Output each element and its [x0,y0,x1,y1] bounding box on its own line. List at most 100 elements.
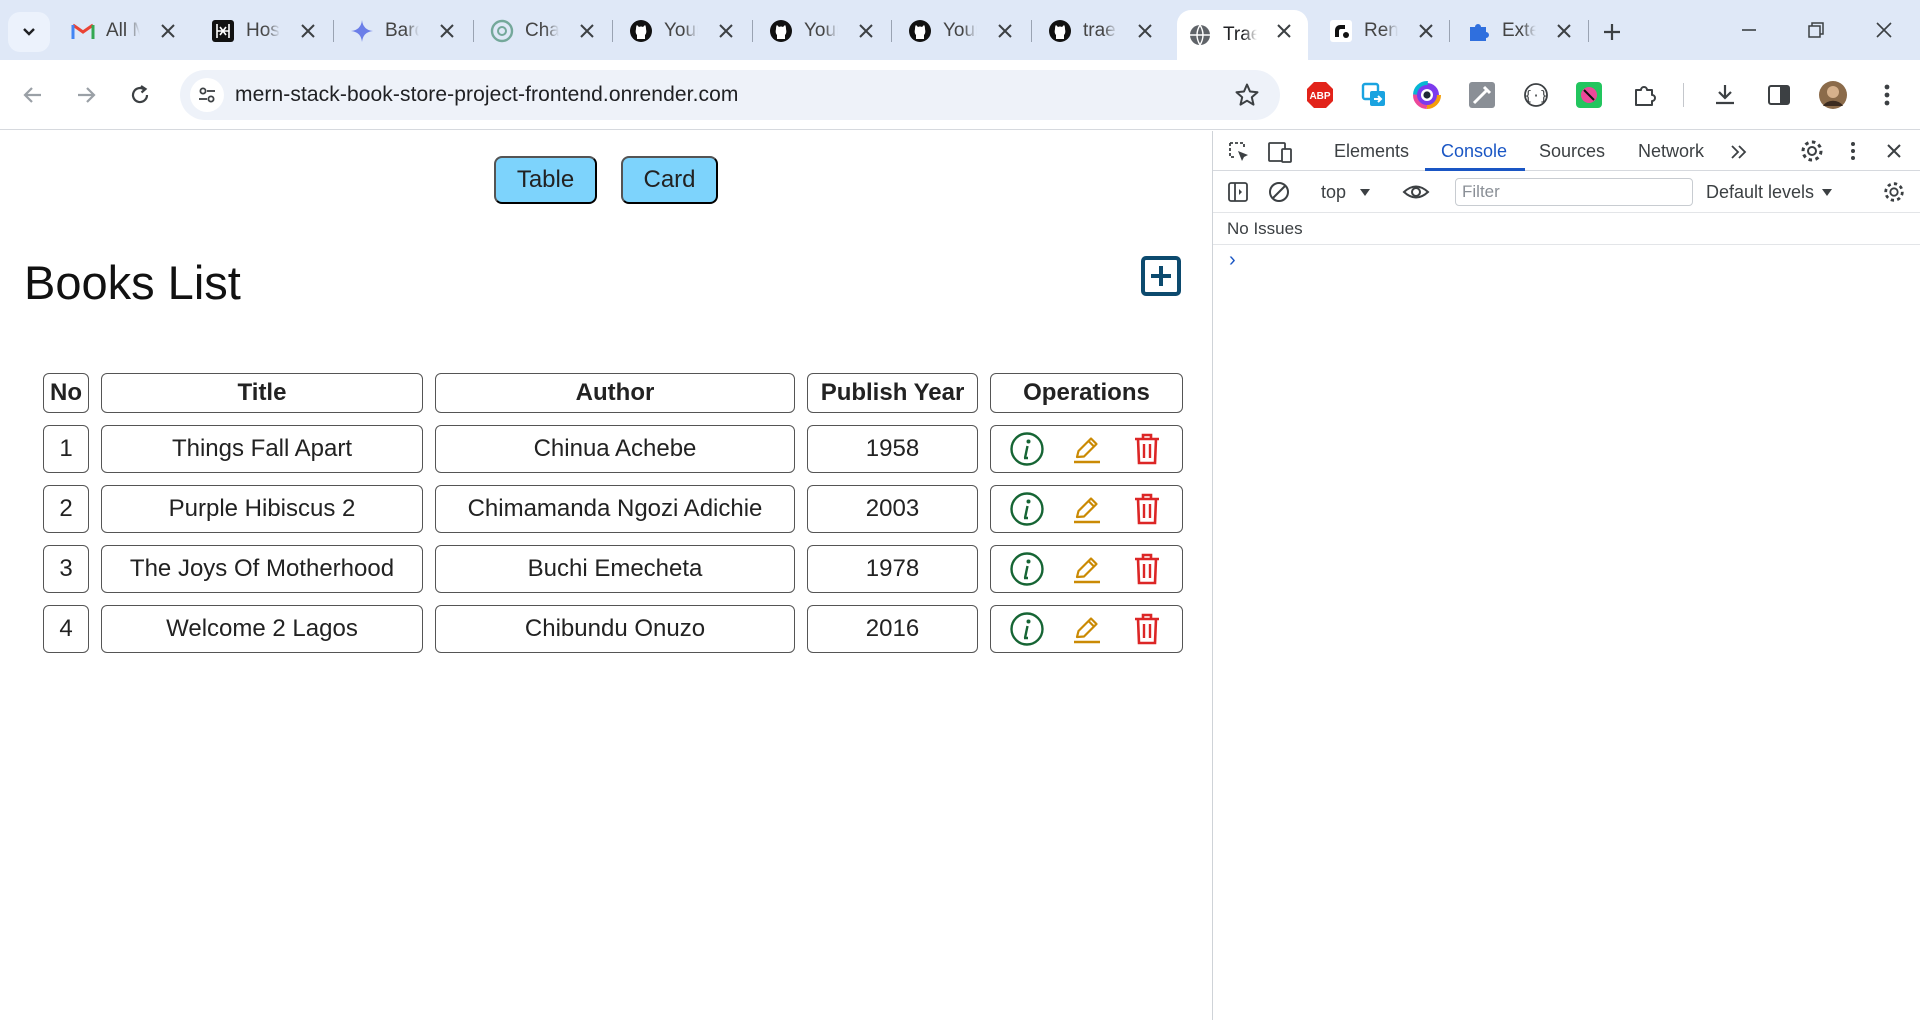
browser-tab[interactable]: All M [60,10,192,52]
address-bar[interactable]: mern-stack-book-store-project-frontend.o… [180,70,1280,120]
close-icon [1887,144,1901,158]
close-tab-icon[interactable] [298,21,318,41]
devtools-settings-button[interactable] [1798,137,1826,165]
inspect-icon [1229,142,1248,161]
context-selector[interactable]: top [1321,182,1371,203]
log-levels-label: Default levels [1706,182,1815,202]
info-circle-icon[interactable] [1009,491,1045,527]
browser-tab[interactable]: Chat [479,10,611,52]
browser-tab[interactable]: Exte [1456,10,1588,52]
minimize-button[interactable] [1727,12,1771,48]
delete-trash-icon[interactable] [1129,611,1165,647]
console-filter-input[interactable] [1455,178,1693,206]
edit-pencil-icon[interactable] [1069,551,1105,587]
render-icon [1328,18,1354,44]
edit-pencil-icon[interactable] [1069,491,1105,527]
chatgpt-icon [489,18,515,44]
download-icon [1716,85,1734,105]
arrow-left-icon [23,87,41,103]
eyedropper-extension[interactable] [1465,78,1499,112]
extensions-button[interactable] [1628,78,1662,112]
site-info-button[interactable] [190,78,224,112]
close-tab-icon[interactable] [437,21,457,41]
add-book-icon[interactable] [1140,255,1182,297]
browser-menu-button[interactable] [1870,78,1904,112]
devtools-tab-elements[interactable]: Elements [1334,141,1409,162]
reload-icon [131,85,149,104]
table-view-button[interactable]: Table [494,156,597,204]
cell-operations [990,605,1183,653]
close-tab-icon[interactable] [1416,21,1436,41]
console-sidebar-button[interactable] [1224,178,1252,206]
devtools-menu-button[interactable] [1839,137,1867,165]
close-tab-icon[interactable] [995,21,1015,41]
clear-console-button[interactable] [1265,178,1293,206]
restore-button[interactable] [1794,12,1838,48]
side-panel-button[interactable] [1762,78,1796,112]
close-tab-icon[interactable] [577,21,597,41]
cell-year: 2016 [807,605,978,653]
live-expression-button[interactable] [1402,178,1430,206]
browser-tab[interactable]: Bard [339,10,471,52]
reload-button[interactable] [122,77,158,113]
close-tab-icon[interactable] [856,21,876,41]
downloads-button[interactable] [1708,78,1742,112]
browser-tab[interactable]: Your [897,10,1029,52]
browser-tab[interactable]: Host [200,10,332,52]
cell-operations [990,485,1183,533]
close-tab-icon[interactable] [1135,21,1155,41]
delete-trash-icon[interactable] [1129,491,1165,527]
browser-tab-label: Host [246,20,280,41]
log-levels-dropdown[interactable]: Default levels [1706,182,1833,203]
bard-icon [349,18,375,44]
new-tab-button[interactable] [1596,16,1628,48]
browser-tab[interactable]: Trae [1177,10,1308,60]
close-tab-icon[interactable] [1274,21,1294,41]
tab-separator [1588,20,1589,42]
url-text[interactable]: mern-stack-book-store-project-frontend.o… [235,83,738,107]
code-extension[interactable]: {·} [1519,78,1553,112]
console-toolbar: top Default levels [1213,171,1920,213]
delete-trash-icon[interactable] [1129,551,1165,587]
inspect-element-button[interactable] [1225,138,1253,166]
eyedropper-icon [1469,82,1495,108]
back-button[interactable] [15,77,51,113]
cell-title: The Joys Of Motherhood [101,545,423,593]
cell-no: 3 [43,545,89,593]
green-extension[interactable] [1572,78,1606,112]
browser-tab[interactable]: Your [758,10,890,52]
info-circle-icon[interactable] [1009,551,1045,587]
cell-title: Purple Hibiscus 2 [101,485,423,533]
close-tab-icon[interactable] [716,21,736,41]
close-tab-icon[interactable] [1554,21,1574,41]
browser-tab[interactable]: trae [1037,10,1169,52]
close-window-button[interactable] [1862,12,1906,48]
info-circle-icon[interactable] [1009,611,1045,647]
device-toolbar-button[interactable] [1266,138,1294,166]
devtools-tab-console[interactable]: Console [1441,141,1507,162]
screen-capture-extension[interactable] [1357,78,1391,112]
card-view-button[interactable]: Card [621,156,718,204]
browser-tab[interactable]: Ren [1318,10,1450,52]
svg-text:{·}: {·} [1524,89,1547,104]
browser-tab[interactable]: Your [618,10,750,52]
devtools-tab-network[interactable]: Network [1638,141,1704,162]
edit-pencil-icon[interactable] [1069,611,1105,647]
console-settings-button[interactable] [1880,178,1908,206]
tab-search-button[interactable] [8,12,50,52]
cell-no: 2 [43,485,89,533]
adblock-plus-extension[interactable]: ABP [1303,78,1337,112]
devtools-tab-sources[interactable]: Sources [1539,141,1605,162]
more-tabs-button[interactable] [1725,138,1753,166]
bookmark-star-icon[interactable] [1234,82,1260,108]
delete-trash-icon[interactable] [1129,431,1165,467]
operations-group [991,431,1182,467]
color-picker-extension[interactable] [1410,78,1444,112]
devtools-close-button[interactable] [1880,137,1908,165]
console-prompt[interactable]: › [1229,249,1236,272]
info-circle-icon[interactable] [1009,431,1045,467]
close-tab-icon[interactable] [158,21,178,41]
edit-pencil-icon[interactable] [1069,431,1105,467]
profile-avatar[interactable] [1816,78,1850,112]
forward-button[interactable] [68,77,104,113]
